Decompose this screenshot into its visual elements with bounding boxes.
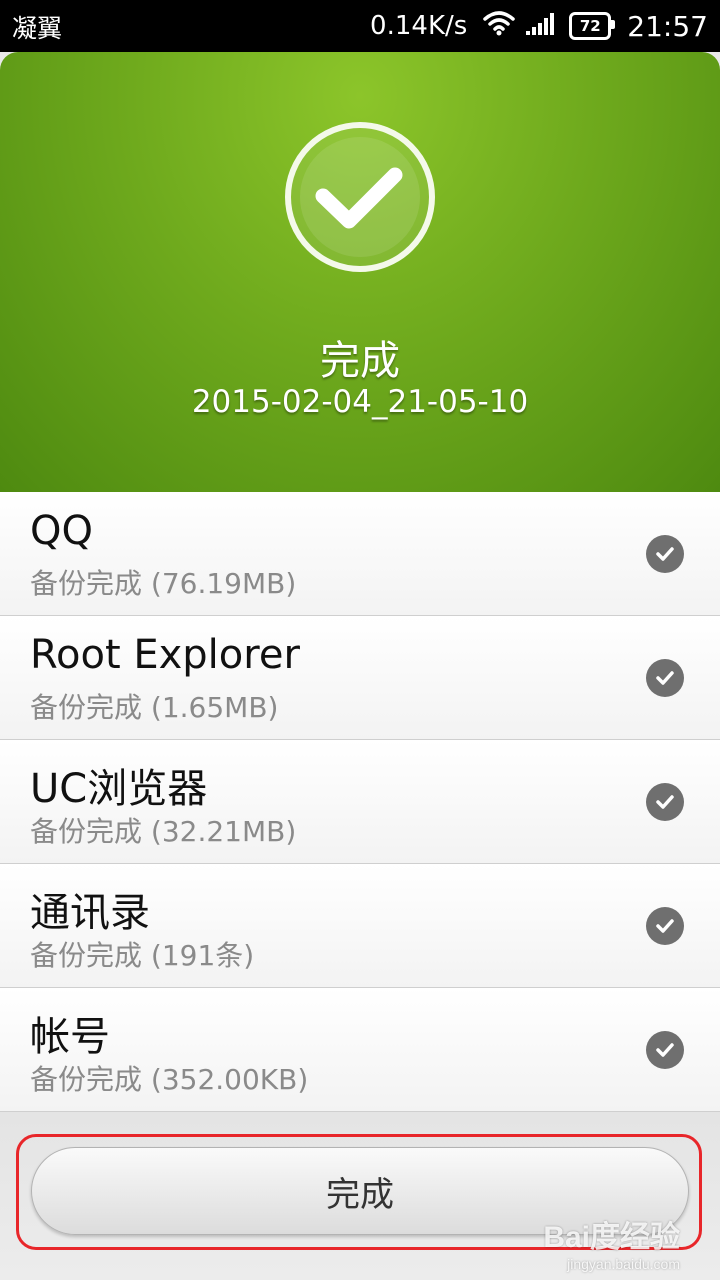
- wifi-icon: [483, 10, 516, 43]
- item-name: UC浏览器: [30, 766, 208, 812]
- clock: 21:57: [627, 9, 708, 43]
- list-item: 帐号 备份完成 (352.00KB): [0, 988, 720, 1112]
- page-title: 完成: [320, 338, 400, 384]
- watermark-logo: Bai度经验: [543, 1221, 680, 1254]
- list-item: Root Explorer 备份完成 (1.65MB): [0, 616, 720, 740]
- check-icon: [646, 1031, 684, 1069]
- watermark: Bai度经验 jingyan.baidu.com: [543, 1212, 680, 1272]
- item-name: QQ: [30, 508, 93, 554]
- backup-timestamp: 2015-02-04_21-05-10: [191, 384, 529, 420]
- check-icon: [646, 659, 684, 697]
- list-item: UC浏览器 备份完成 (32.21MB): [0, 740, 720, 864]
- check-circle-icon: [283, 120, 437, 274]
- backup-item-list: QQ 备份完成 (76.19MB) Root Explorer 备份完成 (1.…: [0, 492, 720, 1112]
- signal-icon: [525, 10, 559, 43]
- list-item: 通讯录 备份完成 (191条): [0, 864, 720, 988]
- check-icon: [646, 907, 684, 945]
- item-name: 通讯录: [30, 890, 150, 936]
- list-item: QQ 备份完成 (76.19MB): [0, 492, 720, 616]
- network-speed: 0.14K/s: [370, 11, 468, 41]
- item-status: 备份完成 (1.65MB): [30, 691, 279, 724]
- item-name: 帐号: [30, 1014, 110, 1060]
- item-status: 备份完成 (352.00KB): [30, 1063, 309, 1096]
- item-status: 备份完成 (76.19MB): [30, 567, 297, 600]
- watermark-url: jingyan.baidu.com: [567, 1256, 680, 1272]
- check-icon: [646, 535, 684, 573]
- item-name: Root Explorer: [30, 632, 300, 678]
- bottom-action-bar: 完成 Bai度经验 jingyan.baidu.com: [0, 1112, 720, 1280]
- battery-icon: 72: [569, 12, 616, 40]
- status-bar: 凝翼 0.14K/s 72 21:57: [0, 0, 720, 52]
- item-status: 备份完成 (191条): [30, 939, 255, 972]
- carrier-label: 凝翼: [12, 14, 63, 43]
- item-status: 备份完成 (32.21MB): [30, 815, 297, 848]
- check-icon: [646, 783, 684, 821]
- backup-complete-header: 完成 2015-02-04_21-05-10: [0, 52, 720, 492]
- status-icons: 0.14K/s 72 21:57: [370, 8, 708, 44]
